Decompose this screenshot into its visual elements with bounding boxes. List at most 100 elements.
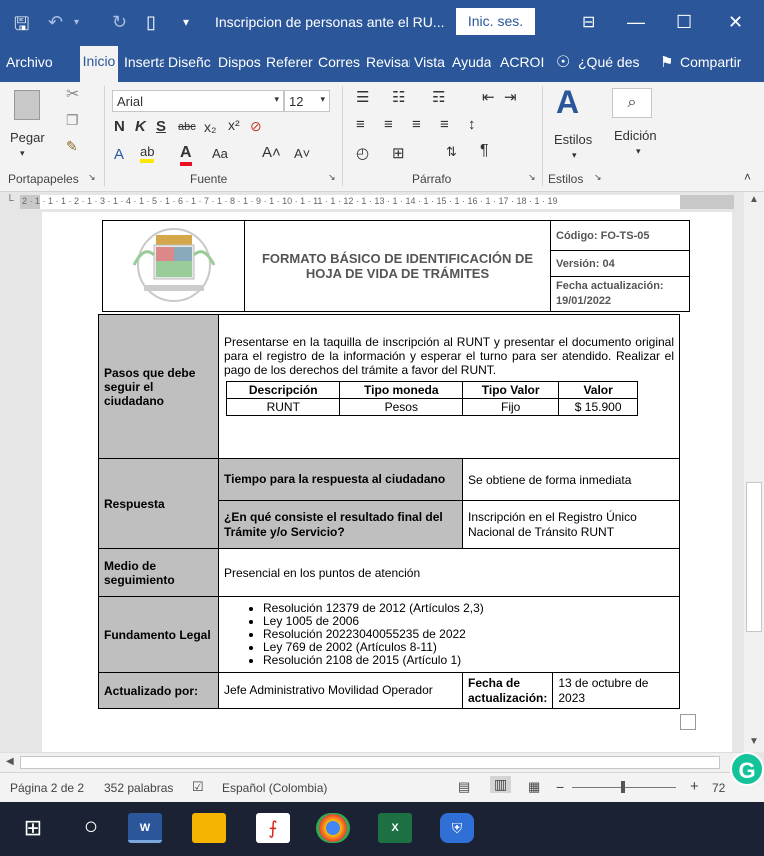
share-person-icon[interactable]: ⚑: [660, 53, 673, 71]
line-spacing-icon[interactable]: ↕: [468, 116, 476, 133]
file-explorer-icon[interactable]: [192, 813, 226, 843]
tab-home[interactable]: Inicio: [80, 46, 118, 82]
ruler[interactable]: └ 2 · 1 · 1 · 1 · 2 · 1 · 3 · 1 · 4 · 1 …: [0, 192, 764, 212]
vertical-scroll-thumb[interactable]: [746, 482, 762, 632]
editing-dropdown-icon[interactable]: ▾: [636, 146, 641, 157]
horizontal-scroll-thumb[interactable]: [20, 756, 720, 769]
customize-toolbar-icon[interactable]: ▾: [183, 15, 189, 29]
share-button[interactable]: Compartir: [680, 54, 741, 70]
bold-icon[interactable]: N: [114, 118, 125, 135]
undo-icon[interactable]: ↶: [48, 12, 63, 33]
paste-button[interactable]: Pegar: [10, 130, 45, 145]
scroll-up-icon[interactable]: ▲: [749, 194, 759, 205]
paste-icon[interactable]: [14, 90, 40, 120]
tab-layout[interactable]: Dispos: [218, 54, 262, 70]
maximize-icon[interactable]: ☐: [676, 12, 692, 33]
styles-dropdown-icon[interactable]: ▾: [572, 150, 577, 161]
read-mode-icon[interactable]: ▤: [458, 779, 470, 795]
styles-icon[interactable]: A: [556, 84, 579, 121]
tab-design[interactable]: Diseñc: [168, 54, 214, 70]
superscript-icon[interactable]: x²: [228, 117, 240, 133]
ribbon-display-icon[interactable]: ⊟: [582, 12, 595, 32]
styles-launcher-icon[interactable]: ↘: [594, 172, 602, 183]
tab-view[interactable]: Vista: [414, 54, 445, 70]
bullets-icon[interactable]: ☰: [356, 88, 369, 106]
tab-help[interactable]: Ayuda: [452, 54, 491, 70]
paste-dropdown-icon[interactable]: ▾: [20, 148, 25, 159]
sort-icon[interactable]: ⇅: [446, 144, 457, 160]
zoom-in-icon[interactable]: +: [690, 778, 699, 795]
windows-start-icon[interactable]: ⊞: [16, 813, 50, 843]
lightbulb-icon[interactable]: ☉: [556, 52, 570, 72]
language[interactable]: Español (Colombia): [222, 781, 327, 795]
grow-font-icon[interactable]: A˄: [262, 144, 281, 161]
scroll-left-icon[interactable]: ◀: [6, 756, 14, 767]
subscript-icon[interactable]: x₂: [204, 119, 216, 135]
search-taskbar-icon[interactable]: ○: [74, 813, 108, 843]
zoom-slider-thumb[interactable]: [621, 781, 625, 793]
strikethrough-icon[interactable]: abc: [178, 121, 196, 133]
redo-icon[interactable]: ↻: [112, 12, 127, 33]
align-center-icon[interactable]: ≡: [384, 116, 393, 133]
clear-formatting-icon[interactable]: ⊘: [250, 118, 262, 135]
clipboard-launcher-icon[interactable]: ↘: [88, 172, 96, 183]
vertical-scrollbar[interactable]: ▲ ▼: [744, 192, 764, 752]
print-layout-icon[interactable]: ▥: [490, 776, 512, 793]
scroll-down-icon[interactable]: ▼: [749, 736, 759, 747]
undo-dropdown-icon[interactable]: ▾: [74, 17, 79, 28]
multilevel-list-icon[interactable]: ☶: [432, 88, 445, 106]
minimize-icon[interactable]: —: [627, 12, 645, 33]
security-shield-icon[interactable]: ⛨: [440, 813, 474, 843]
styles-button[interactable]: Estilos: [554, 132, 592, 147]
align-left-icon[interactable]: ≡: [356, 116, 365, 133]
collapse-ribbon-icon[interactable]: ˄: [744, 170, 751, 184]
tab-review[interactable]: Revisar: [366, 54, 410, 70]
acrobat-icon[interactable]: ⨍: [256, 813, 290, 843]
show-marks-icon[interactable]: ¶: [480, 142, 489, 160]
search-icon[interactable]: ⌕: [612, 88, 652, 118]
paragraph-launcher-icon[interactable]: ↘: [528, 172, 536, 183]
word-count[interactable]: 352 palabras: [104, 781, 173, 795]
web-layout-icon[interactable]: ▦: [528, 779, 540, 795]
new-document-icon[interactable]: ▯: [146, 12, 156, 33]
text-effects-icon[interactable]: A: [114, 146, 124, 163]
tell-me-input[interactable]: ¿Qué des: [578, 54, 639, 70]
sign-in-button[interactable]: Inic. ses.: [456, 8, 535, 35]
format-painter-icon[interactable]: ✎: [66, 138, 78, 155]
chrome-icon[interactable]: [316, 813, 350, 843]
tab-references[interactable]: Referer: [266, 54, 314, 70]
tab-acrobat[interactable]: ACROI: [500, 54, 544, 70]
font-size-select[interactable]: 12 ▾: [284, 90, 330, 112]
shrink-font-icon[interactable]: A˅: [294, 146, 310, 161]
excel-app-icon[interactable]: X: [378, 813, 412, 843]
horizontal-scrollbar[interactable]: ◀: [0, 752, 744, 772]
italic-icon[interactable]: K: [135, 118, 146, 135]
justify-icon[interactable]: ≡: [440, 116, 449, 133]
underline-icon[interactable]: S: [156, 118, 166, 135]
tab-file[interactable]: Archivo: [6, 54, 53, 70]
highlight-icon[interactable]: ab: [140, 144, 155, 163]
zoom-out-icon[interactable]: −: [556, 779, 564, 795]
decrease-indent-icon[interactable]: ⇤: [482, 88, 495, 106]
zoom-level[interactable]: 72: [712, 781, 730, 795]
close-icon[interactable]: ✕: [728, 12, 743, 33]
proofing-icon[interactable]: ☑: [192, 779, 204, 795]
editing-button[interactable]: Edición: [614, 128, 657, 143]
tab-selector-icon[interactable]: └: [6, 195, 14, 207]
grammarly-icon[interactable]: G: [730, 752, 764, 786]
save-icon[interactable]: 🖫: [14, 12, 29, 42]
align-right-icon[interactable]: ≡: [412, 116, 421, 133]
copy-icon[interactable]: ❐: [66, 112, 79, 129]
word-app-icon[interactable]: W: [128, 813, 162, 843]
font-color-icon[interactable]: A: [180, 144, 192, 166]
numbering-icon[interactable]: ☷: [392, 88, 405, 106]
increase-indent-icon[interactable]: ⇥: [504, 88, 517, 106]
font-name-select[interactable]: Arial ▾: [112, 90, 284, 112]
tab-mailings[interactable]: Corres: [318, 54, 362, 70]
change-case-icon[interactable]: Aa: [212, 146, 228, 161]
borders-icon[interactable]: ⊞: [392, 144, 405, 162]
cut-icon[interactable]: ✂: [66, 84, 79, 104]
tab-insert[interactable]: Inserta: [124, 54, 164, 70]
shading-icon[interactable]: ◴: [356, 144, 369, 162]
font-launcher-icon[interactable]: ↘: [328, 172, 336, 183]
